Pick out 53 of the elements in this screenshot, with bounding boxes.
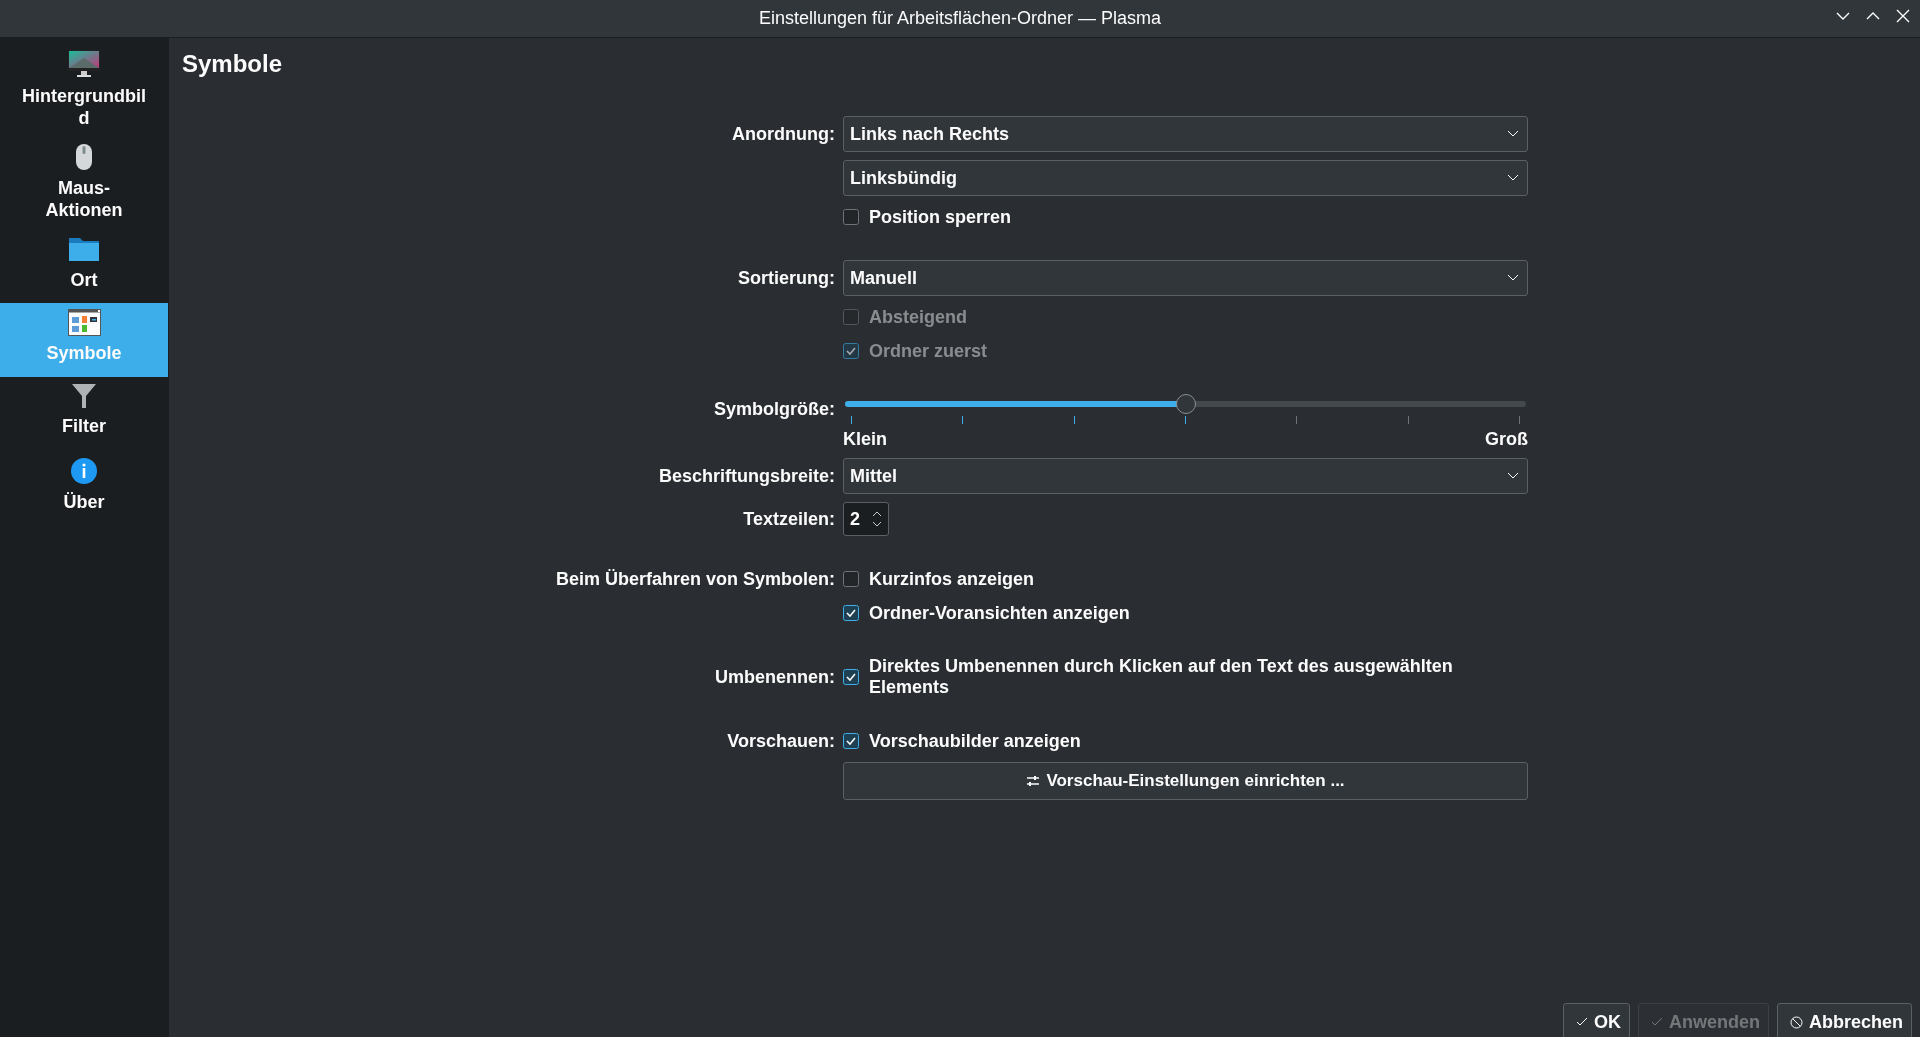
window-title: Einstellungen für Arbeitsflächen-Ordner — Plasma [758,8,1162,29]
spin-arrows-icon [872,510,882,528]
check-icon [1650,1017,1663,1027]
dropdown[interactable]: Manuell [843,260,1528,296]
form-label: Textzeilen: [743,508,835,530]
sidebar-item[interactable]: Filter [0,377,168,451]
info-icon [70,457,98,485]
form-label: Beim Überfahren von Symbolen: [555,568,835,590]
checkbox[interactable] [843,669,859,685]
form-label: Symbolgröße: [714,399,835,420]
form-label: Sortierung: [738,267,835,289]
configure-button[interactable]: Vorschau-Einstellungen einrichten ... [843,762,1528,800]
form-label: Vorschauen: [727,730,835,752]
checkbox[interactable] [843,605,859,621]
close-icon[interactable] [1894,7,1912,25]
icon-view-window-icon [67,309,101,336]
slider-min-label: Klein [843,429,887,450]
chevron-down-icon [1507,472,1519,480]
checkbox-label[interactable]: Ordner-Voransichten anzeigen [869,602,1130,624]
mouse-icon [75,143,93,171]
checkbox[interactable] [843,571,859,587]
sliders-icon [1026,775,1041,787]
folder-icon [68,235,100,263]
check-icon [1575,1017,1588,1027]
funnel-icon [71,383,97,409]
slider[interactable] [845,394,1526,414]
sidebar-item[interactable]: Ort [0,229,168,303]
slider-handle[interactable] [1175,394,1196,414]
dropdown[interactable]: Mittel [843,458,1528,494]
checkbox[interactable] [843,209,859,225]
form-label: Beschriftungsbreite: [658,465,835,487]
sidebar-item[interactable]: Maus-Aktionen [0,137,168,229]
checkbox-label[interactable]: Kurzinfos anzeigen [869,568,1034,590]
sidebar-item[interactable]: Hintergrundbild [0,43,168,137]
spin-box[interactable]: 2 [843,502,889,536]
slider-max-label: Groß [1485,429,1528,450]
cancel-icon [1789,1015,1803,1029]
chevron-down-icon [1507,130,1519,138]
checkbox-label[interactable]: Position sperren [869,206,1012,228]
checkbox-label[interactable]: Direktes Umbenennen durch Klicken auf den Text des ausgewählten Elements [869,656,1528,698]
dialog-button[interactable]: Abbrechen [1776,1003,1912,1037]
page-title: Symbole [181,49,284,79]
dialog-button[interactable]: OK [1562,1003,1630,1037]
checkbox[interactable] [843,733,859,749]
form-label: Anordnung: [732,123,835,145]
dropdown[interactable]: Linksbündig [843,160,1528,196]
checkbox-label[interactable]: Vorschaubilder anzeigen [869,730,1081,752]
form-label: Umbenennen: [715,666,835,688]
chevron-down-icon [1507,274,1519,282]
chevron-down-icon [1507,174,1519,182]
sidebar-item[interactable]: Über [0,451,168,525]
dropdown[interactable]: Links nach Rechts [843,116,1528,152]
monitor-icon [67,49,101,79]
